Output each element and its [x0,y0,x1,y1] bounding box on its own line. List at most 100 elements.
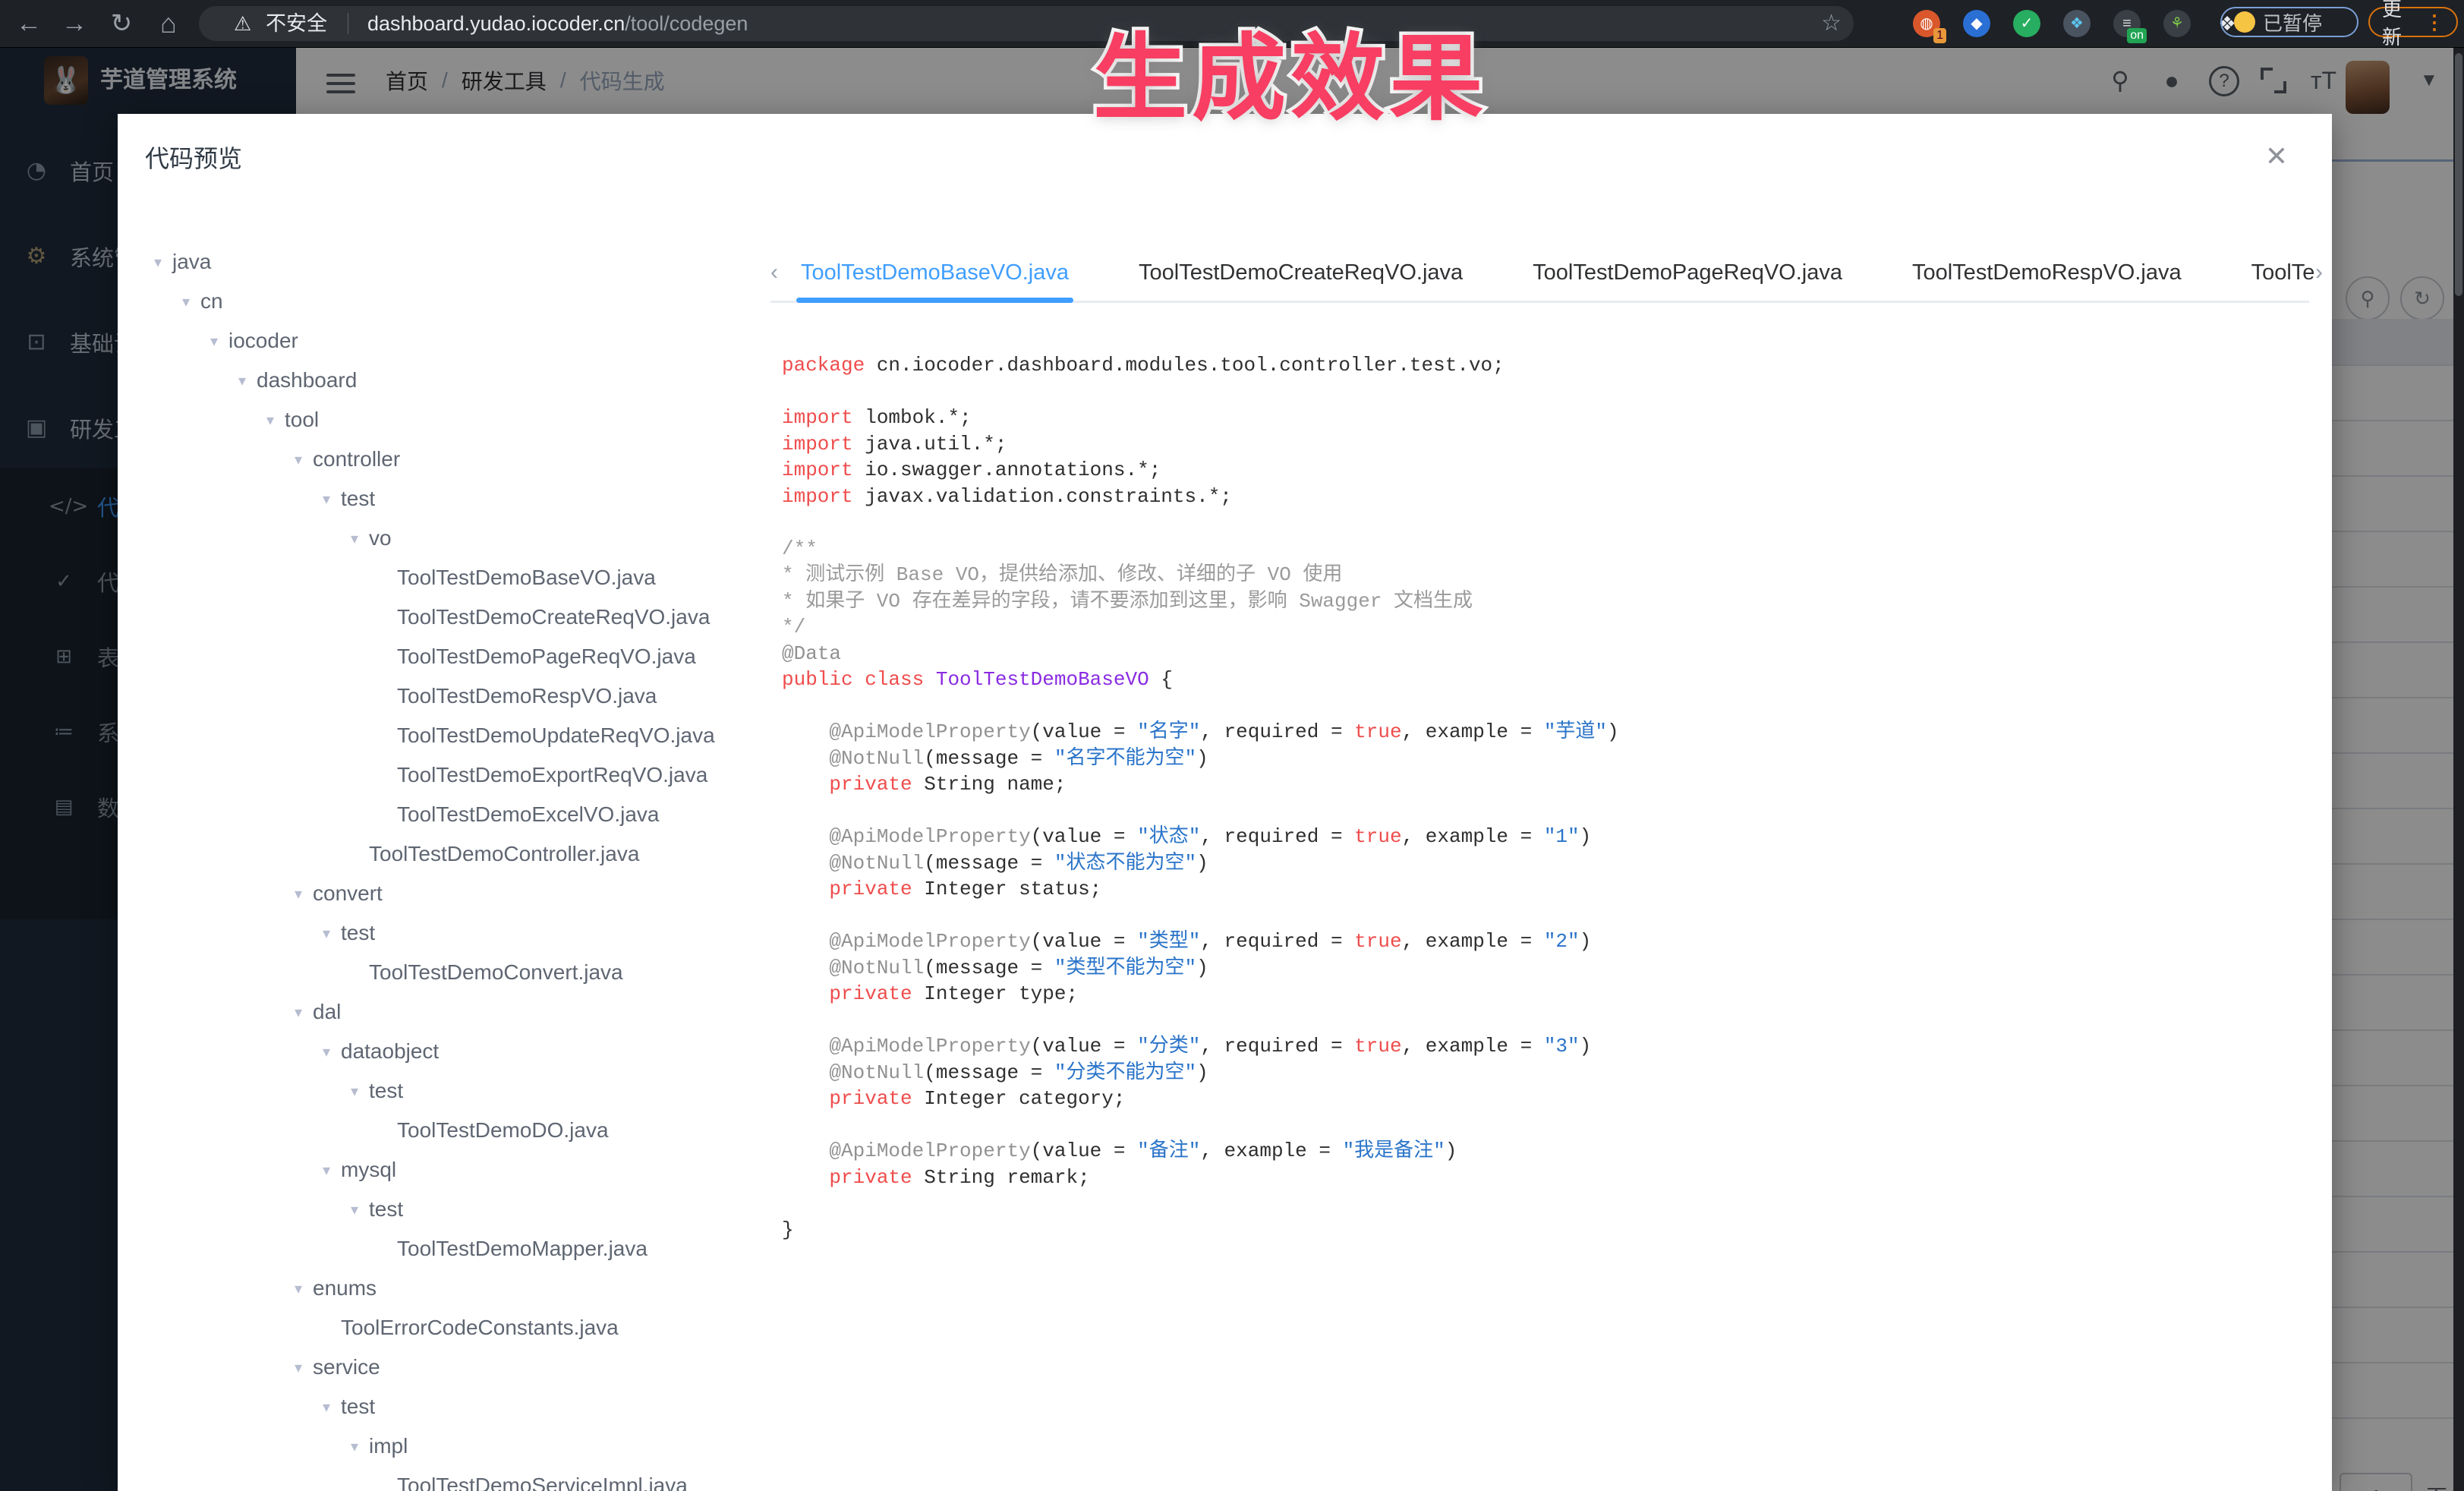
extension-icon[interactable]: ✓ [2013,10,2040,37]
screen: ← → ↻ ⌂ ⚠ 不安全 dashboard.yudao.iocoder.cn… [0,0,2464,1491]
close-icon[interactable]: ✕ [2265,143,2288,170]
tree-node-label: enums [313,1276,377,1300]
caret-down-icon[interactable]: ▾ [317,490,336,509]
tree-folder[interactable]: ▾test [118,1071,763,1111]
tree-node-label: service [313,1355,380,1379]
tab[interactable]: ToolTe [2251,247,2315,301]
caret-down-icon[interactable]: ▾ [288,1003,308,1022]
tree-file[interactable]: ToolTestDemoExportReqVO.java [118,755,763,795]
caret-down-icon[interactable]: ▾ [260,411,280,430]
tree-folder[interactable]: ▾java [118,242,763,282]
caret-down-icon[interactable]: ▾ [148,253,168,272]
tree-file[interactable]: ToolTestDemoConvert.java [118,953,763,992]
tree-folder[interactable]: ▾dal [118,992,763,1032]
kebab-menu-icon[interactable]: ⋮ [2425,11,2444,34]
tree-folder[interactable]: ▾test [118,479,763,519]
bookmark-star-icon[interactable]: ☆ [1821,6,1842,41]
tree-folder[interactable]: ▾tool [118,400,763,440]
caret-down-icon[interactable]: ▾ [345,1437,364,1456]
caret-down-icon[interactable]: ▾ [288,884,308,903]
tree-node-label: ToolTestDemoBaseVO.java [397,566,656,590]
tree-folder[interactable]: ▾cn [118,282,763,321]
caret-down-icon[interactable]: ▾ [288,1358,308,1377]
tree-folder[interactable]: ▾ convert [118,874,763,913]
tree-folder[interactable]: ▾dataobject [118,1032,763,1071]
code-viewer[interactable]: package cn.iocoder.dashboard.modules.too… [782,352,2302,1243]
tree-folder[interactable]: ▾ mysql [118,1150,763,1190]
tree-node-label: ToolTestDemoController.java [369,842,639,866]
back-icon[interactable]: ← [12,0,46,47]
caret-down-icon[interactable]: ▾ [317,1161,336,1180]
tree-file[interactable]: ToolTestDemoCreateReqVO.java [118,597,763,637]
caret-down-icon[interactable]: ▾ [317,1042,336,1061]
caret-down-icon[interactable]: ▾ [288,450,308,469]
tree-file[interactable]: ToolTestDemoServiceImpl.java [118,1466,763,1491]
tree-file[interactable]: ToolTestDemoPageReqVO.java [118,637,763,676]
code-line: private Integer status; [782,876,2302,903]
caret-down-icon[interactable]: ▾ [204,332,224,351]
code-line: @ApiModelProperty(value = "备注", example … [782,1138,2302,1165]
caret-down-icon[interactable]: ▾ [345,1200,364,1219]
tree-node-label: mysql [341,1158,396,1182]
caret-down-icon[interactable]: ▾ [317,1398,336,1417]
tree-node-label: ToolTestDemoUpdateReqVO.java [397,723,715,748]
tree-node-label: ToolTestDemoConvert.java [369,960,623,985]
tree-folder[interactable]: ▾vo [118,519,763,558]
tab[interactable]: ToolTestDemoCreateReqVO.java [1139,247,1463,301]
tree-file[interactable]: ToolTestDemoExcelVO.java [118,795,763,834]
tree-file[interactable]: ToolTestDemoBaseVO.java [118,558,763,597]
tree-file[interactable]: ToolTestDemoUpdateReqVO.java [118,716,763,755]
code-line: import io.swagger.annotations.*; [782,457,2302,484]
extension-icon[interactable]: ≡on [2113,10,2141,37]
tree-folder[interactable]: ▾ dashboard [118,361,763,400]
tree-folder[interactable]: ▾controller [118,440,763,479]
browser-scrollbar[interactable] [2453,47,2464,1491]
tree-file[interactable]: ToolErrorCodeConstants.java [118,1308,763,1348]
caret-down-icon[interactable]: ▾ [176,292,196,311]
tree-file[interactable]: ToolTestDemoMapper.java [118,1229,763,1269]
paused-label: 已暂停 [2263,8,2322,36]
caret-down-icon[interactable]: ▾ [288,1279,308,1298]
tree-folder[interactable]: ▾test [118,1190,763,1229]
tree-node-label: ToolTestDemoCreateReqVO.java [397,605,710,629]
caret-down-icon[interactable]: ▾ [232,371,252,390]
extension-icon[interactable]: ❖ [2063,10,2091,37]
tab[interactable]: ToolTestDemoBaseVO.java [801,247,1069,301]
code-line: @NotNull(message = "名字不能为空") [782,746,2302,772]
tab[interactable]: ToolTestDemoPageReqVO.java [1533,247,1842,301]
extension-icon[interactable]: ⚘ [2163,10,2191,37]
tree-folder[interactable]: ▾ enums [118,1269,763,1308]
profile-paused-chip[interactable]: 已暂停 [2220,7,2358,37]
caret-down-icon[interactable]: ▾ [317,924,336,943]
reload-icon[interactable]: ↻ [105,0,138,47]
caret-down-icon[interactable]: ▾ [345,529,364,548]
tree-file[interactable]: ToolTestDemoController.java [118,834,763,874]
tree-node-label: iocoder [228,329,298,353]
code-line: @ApiModelProperty(value = "分类", required… [782,1033,2302,1060]
tree-node-label: convert [313,881,383,906]
code-line: @NotNull(message = "类型不能为空") [782,955,2302,982]
tree-folder[interactable]: ▾test [118,1387,763,1426]
code-line [782,798,2302,824]
extension-icon[interactable]: ◍1 [1913,10,1940,37]
caret-down-icon[interactable]: ▾ [345,1082,364,1101]
tree-node-label: impl [369,1434,408,1458]
tree-file[interactable]: ToolTestDemoRespVO.java [118,676,763,716]
tab[interactable]: ToolTestDemoRespVO.java [1912,247,2182,301]
home-icon[interactable]: ⌂ [152,0,185,47]
tree-folder[interactable]: ▾ impl [118,1426,763,1466]
code-line [782,693,2302,720]
chevron-right-icon[interactable]: › [2315,247,2323,301]
scrollbar-thumb[interactable] [2455,53,2462,296]
tree-file[interactable]: ToolTestDemoDO.java [118,1111,763,1150]
extension-icon[interactable]: ◆ [1963,10,1990,37]
tree-folder[interactable]: ▾test [118,913,763,953]
address-bar[interactable]: ⚠ 不安全 dashboard.yudao.iocoder.cn/tool/co… [199,6,1854,41]
tree-node-label: ToolTestDemoRespVO.java [397,684,657,708]
forward-icon[interactable]: → [58,0,91,47]
chevron-left-icon[interactable]: ‹ [770,247,778,301]
tree-folder[interactable]: ▾iocoder [118,321,763,361]
tree-folder[interactable]: ▾ service [118,1348,763,1387]
chrome-update-button[interactable]: 更新 ⋮ [2368,7,2458,37]
tree-node-label: dashboard [257,368,357,392]
